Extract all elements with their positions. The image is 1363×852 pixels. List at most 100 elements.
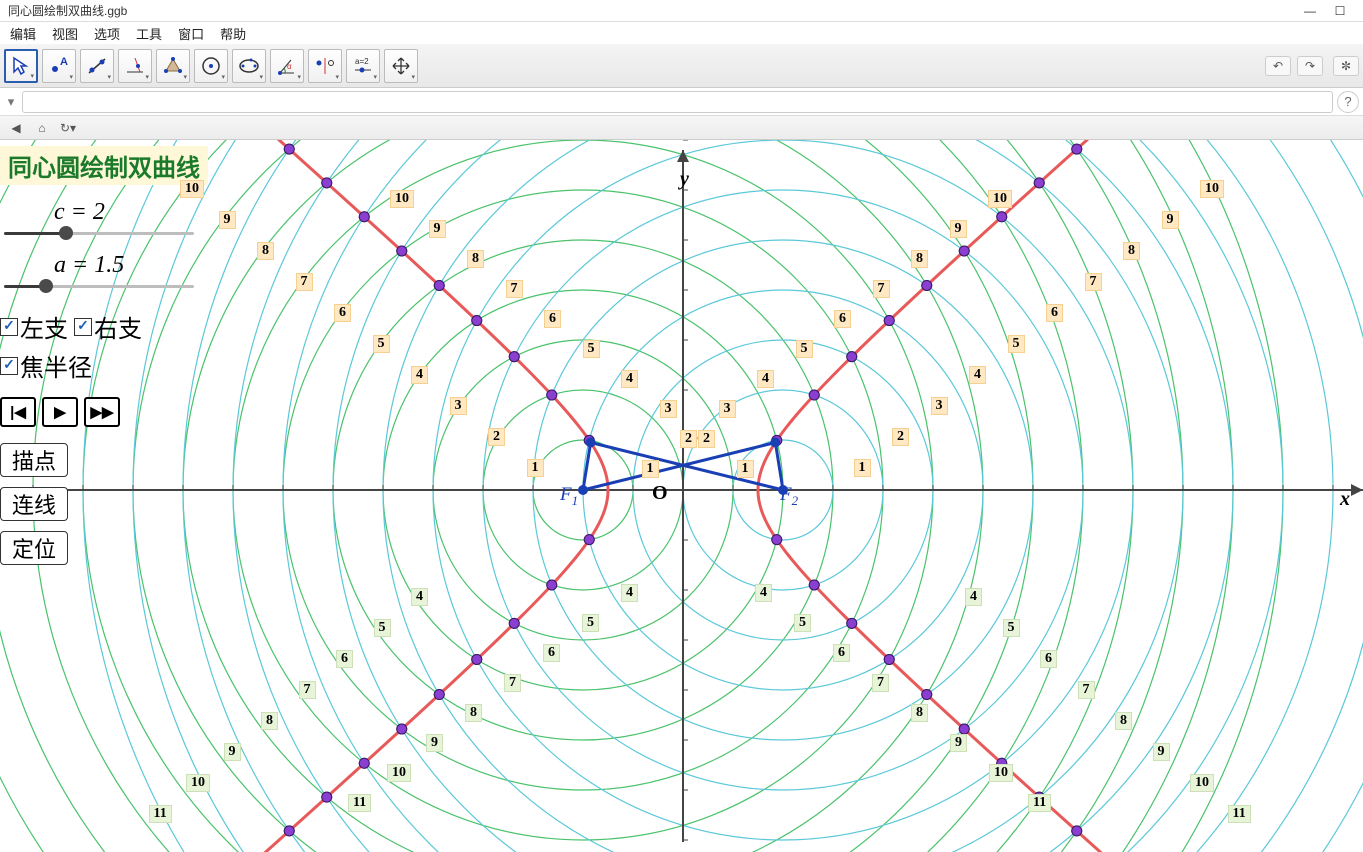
- circle-number-label: 7: [873, 280, 890, 298]
- circle-number-label: 2: [680, 430, 697, 448]
- connect-line-button[interactable]: 连线: [0, 487, 68, 521]
- command-input[interactable]: [22, 91, 1333, 113]
- step-back-button[interactable]: |◀: [0, 397, 36, 427]
- circle-number-label: 9: [950, 734, 967, 752]
- nav-refresh-icon[interactable]: ↻▾: [58, 119, 78, 137]
- circle-number-label: 7: [872, 674, 889, 692]
- circle-number-label: 11: [1228, 805, 1251, 823]
- perpendicular-icon: [124, 55, 146, 77]
- settings-button[interactable]: ✼: [1333, 56, 1359, 76]
- circle-number-label: 4: [755, 584, 772, 602]
- tool-angle[interactable]: α ▾: [270, 49, 304, 83]
- menu-tools[interactable]: 工具: [132, 22, 166, 45]
- circle-icon: [200, 55, 222, 77]
- controls-overlay: 同心圆绘制双曲线 c = 2 a = 1.5 ✓ 左支: [0, 140, 230, 571]
- circle-number-label: 11: [348, 794, 371, 812]
- slider-a-label: a = 1.5: [4, 252, 230, 279]
- circle-number-label: 6: [1046, 304, 1063, 322]
- tool-perpendicular[interactable]: ▾: [118, 49, 152, 83]
- nav-bar: ◀ ⌂ ↻▾: [0, 116, 1363, 140]
- minimize-button[interactable]: —: [1295, 2, 1325, 20]
- slider-a-group: a = 1.5: [0, 252, 230, 291]
- circle-number-label: 1: [527, 459, 544, 477]
- slider-icon: a=2: [352, 55, 374, 77]
- circle-number-label: 5: [583, 340, 600, 358]
- title-bar: 同心圆绘制双曲线.ggb — ☐: [0, 0, 1363, 22]
- checkbox-right-branch[interactable]: ✓ 右支: [74, 309, 142, 344]
- redo-button[interactable]: ↷: [1297, 56, 1323, 76]
- circle-number-label: 7: [296, 273, 313, 291]
- graphics-view[interactable]: 同心圆绘制双曲线 c = 2 a = 1.5 ✓ 左支: [0, 140, 1363, 852]
- angle-icon: α: [276, 55, 298, 77]
- svg-text:a=2: a=2: [355, 57, 369, 66]
- tool-move-view[interactable]: ▾: [384, 49, 418, 83]
- tool-transform[interactable]: ▾: [308, 49, 342, 83]
- input-dropdown-icon[interactable]: ▾: [4, 94, 18, 110]
- circle-number-label: 8: [911, 704, 928, 722]
- tool-polygon[interactable]: ▾: [156, 49, 190, 83]
- circle-number-label: 1: [642, 460, 659, 478]
- slider-a[interactable]: [4, 281, 230, 291]
- circle-number-label: 4: [411, 588, 428, 606]
- circle-number-label: 9: [224, 743, 241, 761]
- menu-view[interactable]: 视图: [48, 22, 82, 45]
- menu-help[interactable]: 帮助: [216, 22, 250, 45]
- nav-back-icon[interactable]: ◀: [6, 119, 26, 137]
- circle-number-label: 2: [488, 428, 505, 446]
- circle-number-label: 8: [1123, 242, 1140, 260]
- tool-move[interactable]: ▾: [4, 49, 38, 83]
- circle-number-label: 6: [334, 304, 351, 322]
- circle-number-label: 1: [737, 460, 754, 478]
- circle-number-label: 5: [1003, 619, 1020, 637]
- circle-number-label: 4: [757, 370, 774, 388]
- checkbox-focal-radius[interactable]: ✓ 焦半径: [0, 348, 92, 383]
- circle-number-label: 10: [186, 774, 210, 792]
- circle-number-label: 3: [719, 400, 736, 418]
- circle-number-label: 8: [465, 704, 482, 722]
- slider-c[interactable]: [4, 228, 230, 238]
- checkbox-left-branch[interactable]: ✓ 左支: [0, 309, 68, 344]
- plot-points-button[interactable]: 描点: [0, 443, 68, 477]
- circle-number-label: 1: [854, 459, 871, 477]
- polygon-icon: [162, 55, 184, 77]
- menu-edit[interactable]: 编辑: [6, 22, 40, 45]
- circle-number-label: 10: [390, 190, 414, 208]
- circle-number-label: 5: [796, 340, 813, 358]
- nav-home-icon[interactable]: ⌂: [32, 119, 52, 137]
- tool-point[interactable]: A ▾: [42, 49, 76, 83]
- checkmark-icon: ✓: [74, 318, 92, 336]
- circle-number-label: 7: [506, 280, 523, 298]
- menu-options[interactable]: 选项: [90, 22, 124, 45]
- tool-ellipse[interactable]: ▾: [232, 49, 266, 83]
- ellipse-icon: [238, 55, 260, 77]
- circle-number-label: 7: [504, 674, 521, 692]
- tool-circle[interactable]: ▾: [194, 49, 228, 83]
- circle-number-label: 8: [261, 712, 278, 730]
- circle-number-label: 6: [543, 644, 560, 662]
- circle-number-label: 9: [1153, 743, 1170, 761]
- circle-number-label: 2: [698, 430, 715, 448]
- help-icon[interactable]: ?: [1337, 91, 1359, 113]
- point-icon: A: [48, 55, 70, 77]
- checkmark-icon: ✓: [0, 318, 18, 336]
- circle-number-label: 10: [1190, 774, 1214, 792]
- circle-number-label: 9: [1162, 211, 1179, 229]
- circle-number-label: 10: [387, 764, 411, 782]
- undo-button[interactable]: ↶: [1265, 56, 1291, 76]
- tool-slider[interactable]: a=2 ▾: [346, 49, 380, 83]
- locate-button[interactable]: 定位: [0, 531, 68, 565]
- tool-line[interactable]: ▾: [80, 49, 114, 83]
- circle-number-label: 4: [411, 366, 428, 384]
- maximize-button[interactable]: ☐: [1325, 2, 1355, 20]
- focus-1-label: F1: [560, 484, 578, 509]
- circle-number-label: 3: [931, 397, 948, 415]
- circle-number-label: 5: [794, 614, 811, 632]
- menu-window[interactable]: 窗口: [174, 22, 208, 45]
- circle-number-label: 7: [299, 681, 316, 699]
- circle-number-label: 4: [621, 370, 638, 388]
- move-icon: [390, 55, 412, 77]
- circle-number-label: 5: [373, 335, 390, 353]
- step-forward-button[interactable]: ▶▶: [84, 397, 120, 427]
- play-button[interactable]: ▶: [42, 397, 78, 427]
- circle-number-label: 6: [544, 310, 561, 328]
